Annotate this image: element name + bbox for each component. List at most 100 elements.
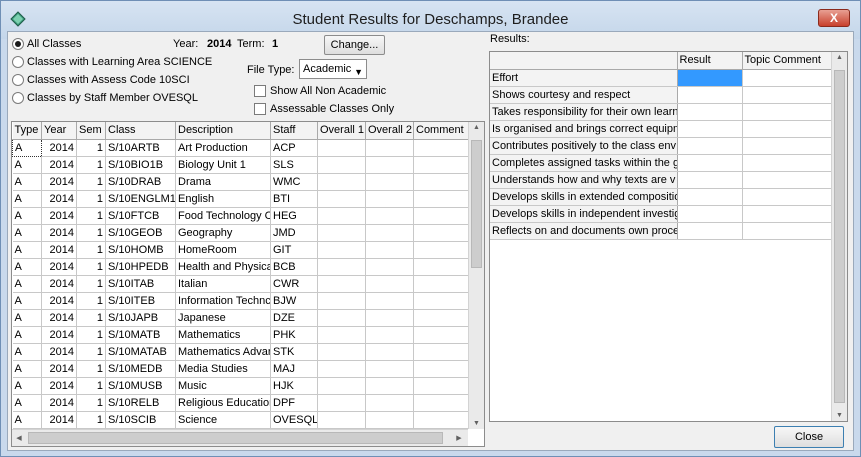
result-cell[interactable]	[677, 154, 743, 172]
topic-comment-cell[interactable]	[742, 86, 832, 104]
table-cell[interactable]	[365, 309, 414, 327]
table-cell[interactable]: S/10MEDB	[105, 360, 176, 378]
table-cell[interactable]: MAJ	[270, 360, 318, 378]
table-cell[interactable]: 1	[76, 224, 106, 242]
table-cell[interactable]	[413, 343, 470, 361]
table-cell[interactable]	[317, 173, 366, 191]
table-cell[interactable]: 2014	[41, 207, 77, 225]
table-cell[interactable]: Japanese	[175, 309, 271, 327]
topic-comment-cell[interactable]	[742, 188, 832, 206]
table-cell[interactable]: S/10MATAB	[105, 343, 176, 361]
table-row[interactable]: Shows courtesy and respect	[490, 86, 832, 104]
table-row[interactable]: A 2014 1 S/10DRAB Drama WMC	[12, 173, 470, 191]
table-cell[interactable]	[365, 258, 414, 276]
table-row[interactable]: A 2014 1 S/10FTCB Food Technology C HEG	[12, 207, 470, 225]
table-cell[interactable]	[365, 156, 414, 174]
table-cell[interactable]: A	[12, 326, 42, 344]
table-cell[interactable]: A	[12, 138, 42, 157]
table-cell[interactable]	[365, 326, 414, 344]
table-row[interactable]: Takes responsibility for their own learn	[490, 103, 832, 121]
table-cell[interactable]: A	[12, 207, 42, 225]
table-cell[interactable]	[317, 156, 366, 174]
table-cell[interactable]: CWR	[270, 275, 318, 293]
classes-horizontal-scrollbar[interactable]: ◀ ▶	[12, 429, 468, 446]
window-close-button[interactable]: X	[818, 9, 850, 27]
table-cell[interactable]	[413, 394, 470, 412]
table-row[interactable]: Completes assigned tasks within the g	[490, 154, 832, 172]
table-cell[interactable]: WMC	[270, 173, 318, 191]
table-cell[interactable]	[413, 309, 470, 327]
table-cell[interactable]: 2014	[41, 241, 77, 259]
table-cell[interactable]: S/10SCIB	[105, 411, 176, 429]
table-cell[interactable]	[413, 173, 470, 191]
table-cell[interactable]	[317, 292, 366, 310]
table-row[interactable]: Contributes positively to the class env	[490, 137, 832, 155]
table-row[interactable]: A 2014 1 S/10MEDB Media Studies MAJ	[12, 360, 470, 378]
table-row[interactable]: A 2014 1 S/10ITAB Italian CWR	[12, 275, 470, 293]
table-cell[interactable]: 2014	[41, 224, 77, 242]
table-cell[interactable]: 2014	[41, 343, 77, 361]
table-cell[interactable]: GIT	[270, 241, 318, 259]
column-header[interactable]: Sem	[76, 122, 106, 140]
column-header[interactable]: Comment	[413, 122, 470, 140]
table-cell[interactable]: 1	[76, 190, 106, 208]
table-cell[interactable]: S/10DRAB	[105, 173, 176, 191]
column-header[interactable]: Description	[175, 122, 271, 140]
table-cell[interactable]: BJW	[270, 292, 318, 310]
table-cell[interactable]: 1	[76, 326, 106, 344]
table-cell[interactable]: 1	[76, 292, 106, 310]
table-cell[interactable]: A	[12, 190, 42, 208]
table-row[interactable]: Develops skills in independent investig	[490, 205, 832, 223]
table-row[interactable]: A 2014 1 S/10GEOB Geography JMD	[12, 224, 470, 242]
table-cell[interactable]: 2014	[41, 411, 77, 429]
column-header[interactable]: Topic Comment	[742, 52, 832, 70]
column-header[interactable]	[490, 52, 678, 70]
table-cell[interactable]: A	[12, 309, 42, 327]
table-cell[interactable]	[413, 139, 470, 157]
scroll-down-icon[interactable]: ▼	[832, 412, 847, 419]
results-vertical-scrollbar[interactable]: ▲ ▼	[831, 52, 847, 421]
table-cell[interactable]: 2014	[41, 258, 77, 276]
filter-radio-option[interactable]: Classes by Staff Member OVESQL	[12, 92, 198, 104]
table-cell[interactable]	[317, 326, 366, 344]
table-cell[interactable]: Mathematics	[175, 326, 271, 344]
table-row[interactable]: A 2014 1 S/10MATAB Mathematics Advar STK	[12, 343, 470, 361]
topic-comment-cell[interactable]	[742, 120, 832, 138]
close-button[interactable]: Close	[774, 426, 844, 448]
table-cell[interactable]: 1	[76, 173, 106, 191]
table-cell[interactable]: S/10MATB	[105, 326, 176, 344]
topic-comment-cell[interactable]	[742, 137, 832, 155]
table-row[interactable]: A 2014 1 S/10MATB Mathematics PHK	[12, 326, 470, 344]
table-cell[interactable]: A	[12, 275, 42, 293]
scroll-right-icon[interactable]: ▶	[452, 434, 466, 442]
table-cell[interactable]: 1	[76, 139, 106, 157]
table-cell[interactable]: BTI	[270, 190, 318, 208]
table-row[interactable]: Effort	[490, 69, 832, 87]
table-row[interactable]: A 2014 1 S/10ITEB Information Technc BJW	[12, 292, 470, 310]
table-cell[interactable]: English	[175, 190, 271, 208]
scroll-up-icon[interactable]: ▲	[832, 54, 847, 61]
table-cell[interactable]	[317, 275, 366, 293]
table-cell[interactable]: S/10ARTB	[105, 139, 176, 157]
table-row[interactable]: Develops skills in extended compositio	[490, 188, 832, 206]
column-header[interactable]: Year	[41, 122, 77, 140]
table-cell[interactable]: S/10BIO1B	[105, 156, 176, 174]
topic-comment-cell[interactable]	[742, 103, 832, 121]
table-cell[interactable]	[317, 411, 366, 429]
table-cell[interactable]: S/10RELB	[105, 394, 176, 412]
table-cell[interactable]	[365, 173, 414, 191]
table-cell[interactable]	[413, 190, 470, 208]
result-cell[interactable]	[677, 222, 743, 240]
table-cell[interactable]: S/10ITAB	[105, 275, 176, 293]
table-cell[interactable]: S/10ENGLM1B	[105, 190, 176, 208]
filter-radio-option[interactable]: Classes with Assess Code 10SCI	[12, 74, 190, 86]
table-cell[interactable]: A	[12, 411, 42, 429]
topic-comment-cell[interactable]	[742, 171, 832, 189]
result-cell[interactable]	[677, 103, 743, 121]
filter-radio-option[interactable]: Classes with Learning Area SCIENCE	[12, 56, 212, 68]
table-cell[interactable]: SLS	[270, 156, 318, 174]
table-cell[interactable]: S/10MUSB	[105, 377, 176, 395]
table-cell[interactable]: Geography	[175, 224, 271, 242]
table-cell[interactable]	[413, 207, 470, 225]
table-cell[interactable]: JMD	[270, 224, 318, 242]
